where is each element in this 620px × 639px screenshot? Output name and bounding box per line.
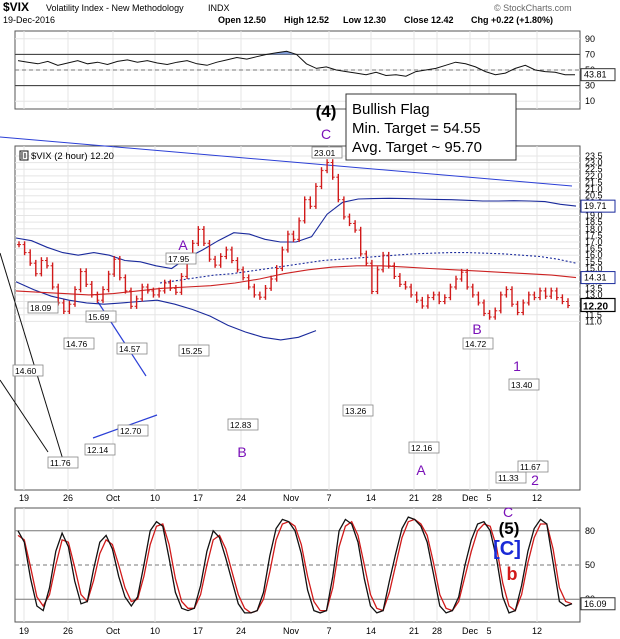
price-x-tick: 19 [19, 493, 29, 503]
price-x-tick: 26 [63, 493, 73, 503]
stoch-x-tick: 10 [150, 626, 160, 636]
price-legend: $VIX (2 hour) 12.20 [19, 150, 114, 162]
price-label: 12.70 [120, 426, 142, 436]
rsi-y-tick: 90 [585, 34, 595, 44]
price-x-tick: 28 [432, 493, 442, 503]
annotation-line-2: Min. Target = 54.55 [352, 120, 481, 137]
price-label: 17.95 [168, 254, 190, 264]
wave-label: B [237, 444, 246, 460]
ohlc-high: High 12.52 [284, 15, 329, 25]
price-right-tag-label: 14.31 [584, 273, 607, 283]
stoch-wave-label: C [503, 504, 513, 520]
price-label: 12.14 [87, 445, 109, 455]
price-x-tick: 12 [532, 493, 542, 503]
annotation-line-3: Avg. Target ~ 95.70 [352, 139, 482, 156]
stoch-x-tick: 24 [236, 626, 246, 636]
price-label: 14.72 [465, 339, 487, 349]
stoch-wave-label: [C] [493, 538, 521, 560]
stoch-wave-label: (5) [499, 519, 520, 538]
price-label: 11.33 [498, 473, 519, 483]
price-x-tick: 24 [236, 493, 246, 503]
price-x-tick: Nov [283, 493, 300, 503]
bullish-flag-annotation: Bullish Flag Min. Target = 54.55 Avg. Ta… [345, 93, 517, 161]
price-x-tick: 7 [326, 493, 331, 503]
rsi-last-value: 43.81 [584, 70, 607, 80]
wave-label: 1 [513, 358, 521, 374]
price-label: 14.76 [66, 339, 88, 349]
chart-date: 19-Dec-2016 [3, 15, 55, 25]
ohlc-low: Low 12.30 [343, 15, 386, 25]
price-x-tick: 21 [409, 493, 419, 503]
stoch-x-tick: 5 [486, 626, 491, 636]
stoch-x-tick: 14 [366, 626, 376, 636]
price-y-tick: 11.0 [585, 316, 602, 326]
price-label: 15.25 [181, 346, 203, 356]
price-right-tag-label: 19.71 [584, 201, 607, 211]
stoch-x-tick: 17 [193, 626, 203, 636]
price-label: 14.57 [119, 344, 141, 354]
price-label: 14.60 [15, 366, 37, 376]
stoch-y-tick: 50 [585, 560, 595, 570]
rsi-y-tick: 10 [585, 96, 595, 106]
wave-label: A [178, 237, 188, 253]
stoch-y-tick: 80 [585, 526, 595, 536]
chart-exchange: INDX [208, 3, 230, 13]
price-label: 15.69 [88, 312, 110, 322]
wave-label: A [416, 462, 426, 478]
stoch-x-tick: Nov [283, 626, 300, 636]
price-x-tick: 14 [366, 493, 376, 503]
chart-symbol: $VIX [3, 0, 29, 14]
stoch-x-tick: 7 [326, 626, 331, 636]
price-label: 11.76 [50, 458, 71, 468]
ohlc-open: Open 12.50 [218, 15, 266, 25]
ohlc-close: Close 12.42 [404, 15, 454, 25]
price-label: 13.26 [345, 406, 367, 416]
stoch-wave-label: b [507, 564, 518, 584]
price-label: 11.67 [520, 462, 541, 472]
price-x-tick: 17 [193, 493, 203, 503]
stoch-x-tick: 19 [19, 626, 29, 636]
stoch-x-tick: 28 [432, 626, 442, 636]
price-x-tick: 10 [150, 493, 160, 503]
price-label: 18.09 [30, 303, 52, 313]
annotation-line-1: Bullish Flag [352, 101, 430, 118]
price-x-tick: 5 [486, 493, 491, 503]
rsi-y-tick: 70 [585, 49, 595, 59]
rsi-y-tick: 30 [585, 81, 595, 91]
last-price: 12.20 [583, 301, 608, 312]
price-panel-title: $VIX (2 hour) 12.20 [31, 151, 114, 162]
stoch-x-tick: 26 [63, 626, 73, 636]
stoch-x-tick: Dec [462, 626, 479, 636]
vix-chart: $VIX Volatility Index - New Methodology … [0, 0, 616, 636]
chart-name: Volatility Index - New Methodology [46, 3, 184, 13]
stoch-last-value: 16.09 [584, 599, 607, 609]
wave-label: C [321, 126, 331, 142]
stoch-x-tick: Oct [106, 626, 121, 636]
price-label: 23.01 [314, 148, 336, 158]
wave-label: B [472, 321, 481, 337]
ohlc-chg: Chg +0.22 (+1.80%) [471, 15, 553, 25]
price-label: 12.83 [230, 420, 252, 430]
wave-label: 2 [531, 472, 539, 488]
wave-label: (4) [316, 102, 337, 121]
ohlc-readout: Open 12.50 High 12.52 Low 12.30 Close 12.42… [218, 15, 553, 25]
stoch-x-tick: 12 [532, 626, 542, 636]
stoch-x-tick: 21 [409, 626, 419, 636]
price-label: 12.16 [411, 443, 433, 453]
price-x-tick: Dec [462, 493, 479, 503]
price-label: 13.40 [511, 380, 533, 390]
watermark: © StockCharts.com [494, 3, 572, 13]
price-x-tick: Oct [106, 493, 121, 503]
